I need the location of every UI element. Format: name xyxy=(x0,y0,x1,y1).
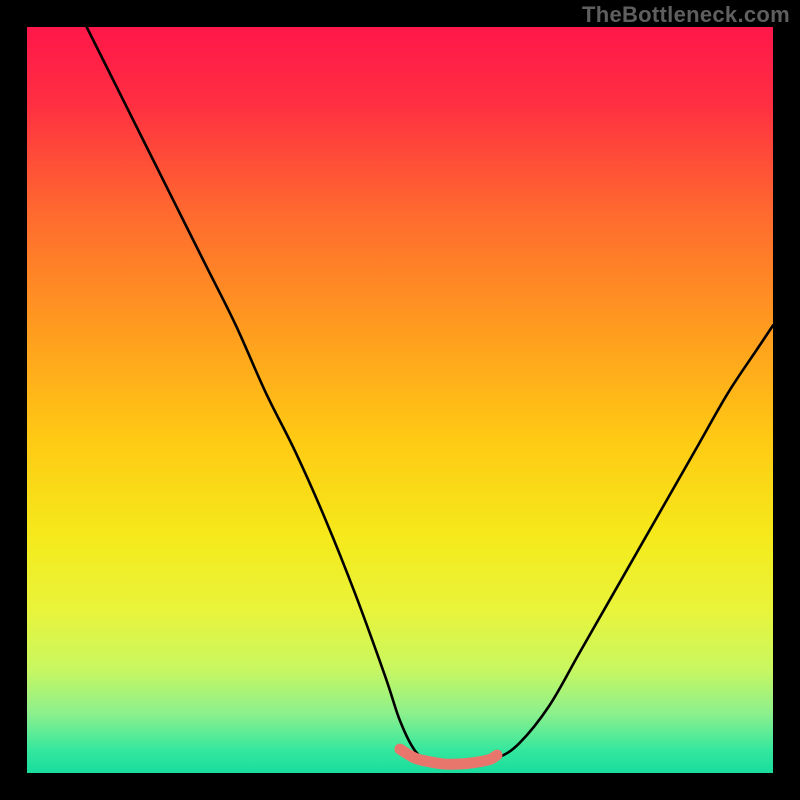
bottleneck-curve-chart xyxy=(27,27,773,773)
watermark-text: TheBottleneck.com xyxy=(582,2,790,28)
plot-area xyxy=(27,27,773,773)
chart-frame: TheBottleneck.com xyxy=(0,0,800,800)
gradient-background xyxy=(27,27,773,773)
